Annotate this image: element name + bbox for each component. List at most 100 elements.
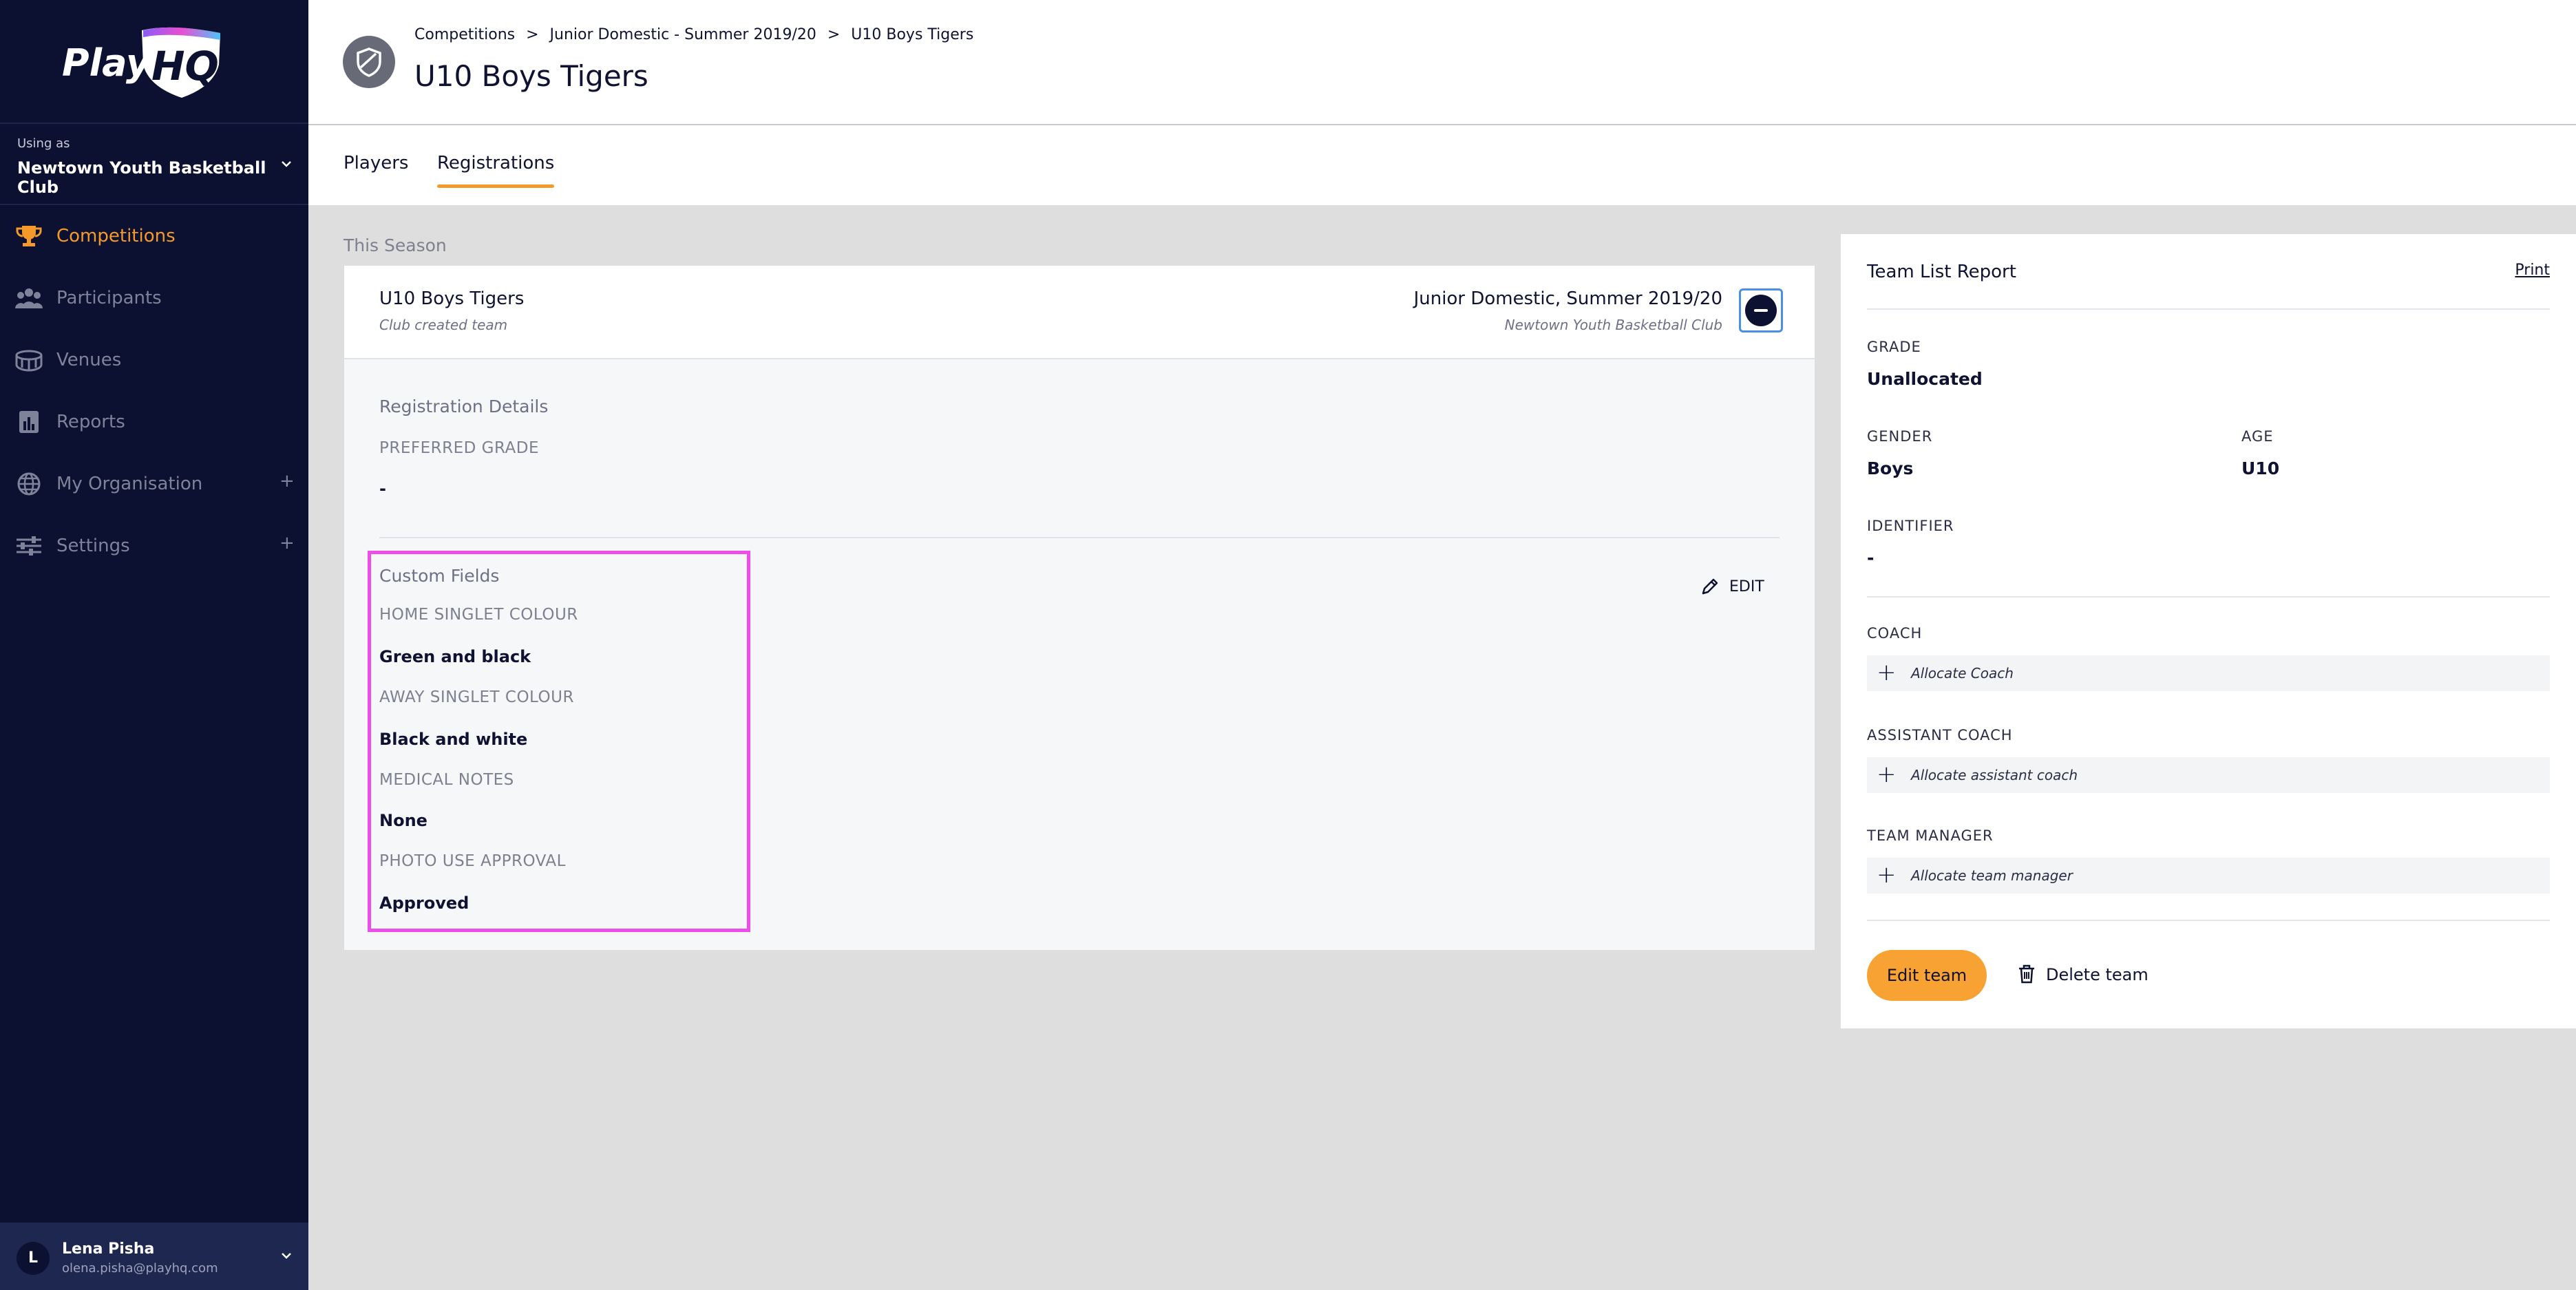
using-as-label: Using as — [17, 136, 70, 151]
plus-icon: + — [1877, 761, 1897, 788]
gender-value: Boys — [1867, 458, 1914, 478]
globe-icon — [17, 472, 41, 496]
club-name: Newtown Youth Basketball Club — [1504, 317, 1722, 333]
custom-field-label: AWAY SINGLET COLOUR — [379, 688, 574, 706]
section-divider — [379, 537, 1780, 538]
plus-icon: + — [1877, 861, 1897, 889]
allocate-coach-button[interactable]: + Allocate Coach — [1867, 655, 2550, 691]
trash-icon — [2019, 964, 2034, 984]
breadcrumb-separator: > — [827, 26, 841, 43]
report-icon — [19, 411, 39, 433]
panel-divider — [1867, 308, 2550, 310]
edit-label: EDIT — [1729, 578, 1764, 595]
preferred-grade-value: - — [379, 479, 386, 498]
custom-field-value: Green and black — [379, 647, 531, 666]
sidebar-item-label: Competitions — [56, 226, 176, 246]
sliders-icon — [17, 536, 41, 556]
sidebar-item-label: Participants — [56, 288, 162, 308]
print-link[interactable]: Print — [2515, 262, 2550, 279]
panel-divider — [1867, 920, 2550, 921]
sidebar-divider — [0, 123, 308, 124]
panel-title: Team List Report — [1867, 262, 2016, 282]
expand-icon[interactable]: + — [279, 471, 295, 491]
registration-card: U10 Boys Tigers Club created team Junior… — [344, 266, 1815, 950]
sidebar-item-label: My Organisation — [56, 474, 203, 494]
preferred-grade-label: PREFERRED GRADE — [379, 439, 540, 457]
allocate-team-manager-label: Allocate team manager — [1911, 867, 2073, 884]
edit-team-button[interactable]: Edit team — [1867, 950, 1987, 1001]
page-title: U10 Boys Tigers — [414, 59, 648, 93]
allocate-assistant-coach-button[interactable]: + Allocate assistant coach — [1867, 757, 2550, 793]
custom-field-label: PHOTO USE APPROVAL — [379, 852, 566, 870]
tab-label: Registrations — [437, 153, 555, 173]
breadcrumb-item[interactable]: U10 Boys Tigers — [851, 26, 973, 43]
user-name: Lena Pisha — [62, 1240, 155, 1258]
collapse-button[interactable] — [1739, 288, 1783, 332]
trophy-icon — [16, 226, 42, 246]
tab-bar: Players Registrations — [308, 125, 2576, 205]
sidebar-item-label: Settings — [56, 536, 130, 556]
user-email: olena.pisha@playhq.com — [62, 1261, 218, 1276]
stadium-icon — [15, 350, 43, 372]
plus-icon: + — [1877, 659, 1897, 686]
team-summary-header: U10 Boys Tigers Club created team Junior… — [344, 266, 1815, 359]
custom-field-label: MEDICAL NOTES — [379, 771, 514, 789]
breadcrumb-separator: > — [526, 26, 539, 43]
shield-icon — [357, 47, 381, 77]
custom-field-label: HOME SINGLET COLOUR — [379, 606, 578, 624]
panel-divider — [1867, 596, 2550, 598]
minus-icon — [1745, 295, 1777, 326]
chevron-down-icon[interactable] — [278, 156, 295, 172]
team-manager-label: TEAM MANAGER — [1867, 827, 1994, 844]
team-list-report-panel: Team List Report Print GRADE Unallocated… — [1841, 234, 2576, 1028]
gender-label: GENDER — [1867, 428, 1933, 445]
registration-details-title: Registration Details — [379, 396, 549, 416]
breadcrumb: Competitions > Junior Domestic - Summer 20… — [414, 26, 973, 43]
allocate-assistant-coach-label: Allocate assistant coach — [1911, 767, 2078, 783]
active-tab-indicator — [437, 184, 555, 188]
sidebar-item-venues[interactable]: Venues — [0, 336, 308, 384]
custom-fields-title: Custom Fields — [379, 566, 500, 586]
playhq-logo[interactable]: Play HQ — [61, 23, 226, 99]
svg-text:Play: Play — [62, 41, 152, 85]
page-header: Competitions > Junior Domestic - Summer 20… — [308, 0, 2576, 125]
breadcrumb-item[interactable]: Competitions — [414, 26, 515, 43]
breadcrumb-item[interactable]: Junior Domestic - Summer 2019/20 — [550, 26, 816, 43]
sidebar-item-label: Venues — [56, 350, 122, 370]
organisation-name: Newtown Youth Basketball Club — [17, 158, 266, 197]
identifier-label: IDENTIFIER — [1867, 518, 1954, 534]
custom-field-value: Black and white — [379, 730, 528, 749]
sidebar-divider — [0, 204, 308, 205]
pencil-icon — [1702, 578, 1718, 595]
user-menu[interactable]: L Lena Pisha olena.pisha@playhq.com — [0, 1223, 308, 1290]
tab-players[interactable]: Players — [344, 153, 408, 173]
allocate-coach-label: Allocate Coach — [1911, 665, 2014, 681]
sidebar-item-my-organisation[interactable]: My Organisation + — [0, 460, 308, 508]
age-value: U10 — [2241, 458, 2280, 478]
custom-field-value: None — [379, 811, 427, 830]
grade-value: Unallocated — [1867, 369, 1983, 389]
team-badge — [343, 36, 395, 88]
chevron-down-icon[interactable] — [278, 1247, 295, 1264]
avatar: L — [17, 1242, 50, 1275]
season-label: This Season — [344, 235, 447, 255]
team-subtitle: Club created team — [379, 317, 508, 333]
team-name: U10 Boys Tigers — [379, 288, 525, 309]
grade-label: GRADE — [1867, 339, 1921, 355]
sidebar-item-participants[interactable]: Participants — [0, 274, 308, 322]
sidebar-item-settings[interactable]: Settings + — [0, 522, 308, 570]
age-label: AGE — [2241, 428, 2274, 445]
people-icon — [15, 288, 43, 308]
sidebar-item-label: Reports — [56, 412, 125, 432]
identifier-value: - — [1867, 548, 1875, 568]
custom-field-value: Approved — [379, 894, 469, 913]
allocate-team-manager-button[interactable]: + Allocate team manager — [1867, 858, 2550, 894]
sidebar-item-competitions[interactable]: Competitions — [0, 212, 308, 260]
coach-label: COACH — [1867, 625, 1923, 642]
svg-text:HQ: HQ — [151, 43, 219, 89]
sidebar-item-reports[interactable]: Reports — [0, 398, 308, 446]
competition-name: Junior Domestic, Summer 2019/20 — [1413, 288, 1722, 309]
sidebar: Play HQ Using as Newtown Youth Basketbal… — [0, 0, 308, 1290]
tab-registrations[interactable]: Registrations — [437, 153, 555, 188]
expand-icon[interactable]: + — [279, 533, 295, 553]
